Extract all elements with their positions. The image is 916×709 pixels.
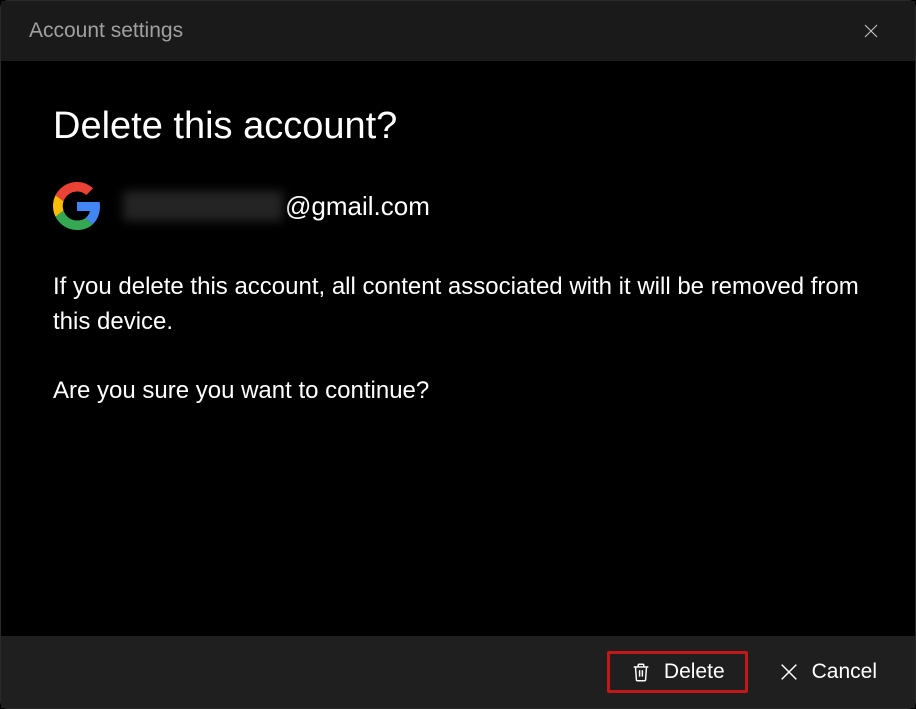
account-row: @gmail.com bbox=[53, 182, 863, 230]
cancel-button-label: Cancel bbox=[812, 660, 877, 684]
dialog-content: Delete this account? @gmail.com If you d… bbox=[1, 61, 915, 636]
titlebar-title: Account settings bbox=[29, 19, 183, 43]
account-email: @gmail.com bbox=[123, 191, 430, 222]
dialog-footer: Delete Cancel bbox=[1, 636, 915, 708]
google-icon bbox=[53, 182, 101, 230]
titlebar: Account settings bbox=[1, 1, 915, 61]
dialog-body: If you delete this account, all content … bbox=[53, 270, 863, 442]
dialog-heading: Delete this account? bbox=[53, 105, 863, 148]
delete-button[interactable]: Delete bbox=[607, 651, 748, 693]
cancel-icon bbox=[778, 661, 800, 683]
confirm-text: Are you sure you want to continue? bbox=[53, 374, 863, 409]
warning-text: If you delete this account, all content … bbox=[53, 270, 863, 340]
cancel-button[interactable]: Cancel bbox=[760, 652, 895, 692]
email-domain: @gmail.com bbox=[285, 191, 430, 222]
trash-icon bbox=[630, 661, 652, 683]
delete-button-label: Delete bbox=[664, 660, 725, 684]
email-local-redacted bbox=[123, 191, 283, 221]
close-button[interactable] bbox=[855, 15, 887, 47]
close-icon bbox=[862, 22, 880, 40]
